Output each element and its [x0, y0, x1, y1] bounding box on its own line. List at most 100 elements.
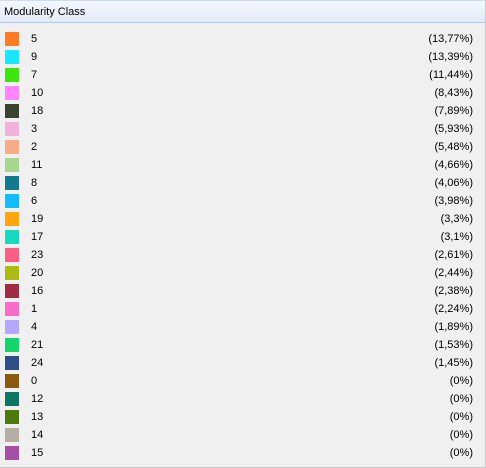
class-label: 20 [31, 267, 44, 279]
color-swatch[interactable] [5, 356, 19, 370]
class-label: 5 [31, 33, 38, 45]
color-swatch[interactable] [5, 158, 19, 172]
class-percentage: (3,1%) [440, 231, 473, 243]
class-percentage: (2,38%) [434, 285, 473, 297]
class-label: 14 [31, 429, 44, 441]
class-percentage: (2,44%) [434, 267, 473, 279]
class-percentage: (0%) [449, 447, 473, 459]
panel-title: Modularity Class [4, 6, 86, 18]
legend-row-class-24[interactable]: 24 (1,45%) [0, 353, 485, 371]
color-swatch[interactable] [5, 338, 19, 352]
legend-row-class-0[interactable]: 0 (0%) [0, 371, 485, 389]
legend-row-class-3[interactable]: 3 (5,93%) [0, 119, 485, 137]
color-swatch[interactable] [5, 104, 19, 118]
color-swatch[interactable] [5, 86, 19, 100]
class-label: 3 [31, 123, 38, 135]
legend-row-class-4[interactable]: 4 (1,89%) [0, 317, 485, 335]
color-swatch[interactable] [5, 50, 19, 64]
class-label: 6 [31, 195, 38, 207]
class-label: 12 [31, 393, 44, 405]
legend-row-class-2[interactable]: 2 (5,48%) [0, 137, 485, 155]
color-swatch[interactable] [5, 266, 19, 280]
class-label: 8 [31, 177, 38, 189]
class-label: 10 [31, 87, 44, 99]
class-label: 16 [31, 285, 44, 297]
color-swatch[interactable] [5, 410, 19, 424]
class-percentage: (11,44%) [429, 69, 473, 81]
class-percentage: (4,06%) [434, 177, 473, 189]
class-label: 11 [31, 159, 43, 171]
class-label: 24 [31, 357, 44, 369]
class-label: 15 [31, 447, 44, 459]
color-swatch[interactable] [5, 374, 19, 388]
class-label: 0 [31, 375, 38, 387]
modularity-class-panel: Modularity Class 5 (13,77%) 9 (13,39%) 7 (11,… [0, 0, 486, 468]
legend-row-class-14[interactable]: 14 (0%) [0, 425, 485, 443]
class-percentage: (13,39%) [428, 51, 473, 63]
class-label: 17 [31, 231, 44, 243]
color-swatch[interactable] [5, 68, 19, 82]
class-label: 19 [31, 213, 44, 225]
class-label: 13 [31, 411, 44, 423]
color-swatch[interactable] [5, 122, 19, 136]
legend-row-class-1[interactable]: 1 (2,24%) [0, 299, 485, 317]
color-swatch[interactable] [5, 140, 19, 154]
class-label: 9 [31, 51, 38, 63]
legend-row-class-15[interactable]: 15 (0%) [0, 443, 485, 461]
legend-row-class-10[interactable]: 10 (8,43%) [0, 83, 485, 101]
class-percentage: (3,3%) [440, 213, 473, 225]
legend-row-class-18[interactable]: 18 (7,89%) [0, 101, 485, 119]
class-percentage: (13,77%) [428, 33, 473, 45]
class-label: 18 [31, 105, 44, 117]
legend-row-class-19[interactable]: 19 (3,3%) [0, 209, 485, 227]
class-percentage: (0%) [449, 429, 473, 441]
class-label: 1 [31, 303, 38, 315]
class-percentage: (0%) [449, 375, 473, 387]
color-swatch[interactable] [5, 428, 19, 442]
class-percentage: (5,48%) [434, 141, 473, 153]
legend-row-class-5[interactable]: 5 (13,77%) [0, 29, 485, 47]
legend-row-class-23[interactable]: 23 (2,61%) [0, 245, 485, 263]
class-percentage: (2,61%) [434, 249, 473, 261]
legend-row-class-21[interactable]: 21 (1,53%) [0, 335, 485, 353]
class-label: 2 [31, 141, 38, 153]
color-swatch[interactable] [5, 248, 19, 262]
legend-row-class-7[interactable]: 7 (11,44%) [0, 65, 485, 83]
modularity-class-legend-list: 5 (13,77%) 9 (13,39%) 7 (11,44%) 10 (8,43%) 18 (7… [0, 29, 485, 461]
color-swatch[interactable] [5, 176, 19, 190]
class-label: 23 [31, 249, 44, 261]
color-swatch[interactable] [5, 284, 19, 298]
class-label: 21 [31, 339, 44, 351]
class-percentage: (1,89%) [434, 321, 473, 333]
class-percentage: (0%) [449, 411, 473, 423]
color-swatch[interactable] [5, 320, 19, 334]
color-swatch[interactable] [5, 392, 19, 406]
class-percentage: (4,66%) [434, 159, 473, 171]
class-percentage: (1,53%) [434, 339, 473, 351]
color-swatch[interactable] [5, 230, 19, 244]
class-percentage: (5,93%) [434, 123, 473, 135]
class-percentage: (2,24%) [434, 303, 473, 315]
class-percentage: (3,98%) [434, 195, 473, 207]
legend-row-class-11[interactable]: 11 (4,66%) [0, 155, 485, 173]
color-swatch[interactable] [5, 302, 19, 316]
class-label: 7 [31, 69, 38, 81]
color-swatch[interactable] [5, 32, 19, 46]
color-swatch[interactable] [5, 194, 19, 208]
legend-row-class-17[interactable]: 17 (3,1%) [0, 227, 485, 245]
color-swatch[interactable] [5, 446, 19, 460]
legend-row-class-16[interactable]: 16 (2,38%) [0, 281, 485, 299]
legend-row-class-20[interactable]: 20 (2,44%) [0, 263, 485, 281]
panel-header[interactable]: Modularity Class [0, 0, 485, 23]
legend-row-class-6[interactable]: 6 (3,98%) [0, 191, 485, 209]
legend-row-class-12[interactable]: 12 (0%) [0, 389, 485, 407]
legend-row-class-8[interactable]: 8 (4,06%) [0, 173, 485, 191]
class-percentage: (8,43%) [434, 87, 473, 99]
class-percentage: (1,45%) [434, 357, 473, 369]
legend-row-class-13[interactable]: 13 (0%) [0, 407, 485, 425]
class-percentage: (0%) [449, 393, 473, 405]
class-label: 4 [31, 321, 38, 333]
legend-row-class-9[interactable]: 9 (13,39%) [0, 47, 485, 65]
color-swatch[interactable] [5, 212, 19, 226]
class-percentage: (7,89%) [434, 105, 473, 117]
